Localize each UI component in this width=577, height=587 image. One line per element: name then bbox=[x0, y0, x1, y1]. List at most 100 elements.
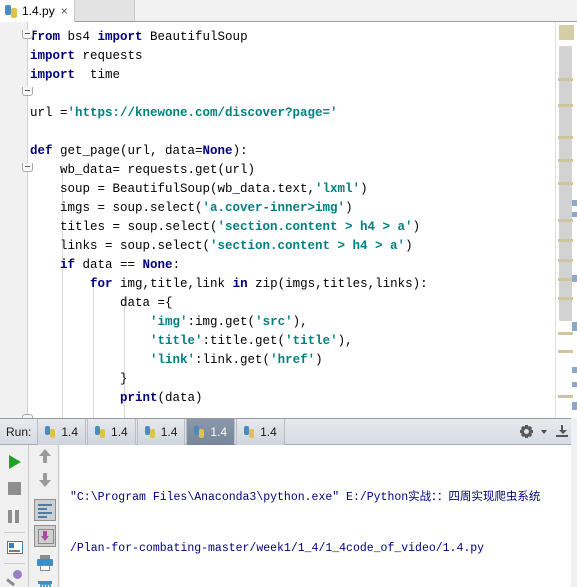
fold-marker-icon[interactable] bbox=[22, 163, 33, 172]
change-marker bbox=[572, 382, 577, 387]
change-marker bbox=[572, 402, 577, 410]
python-run-icon bbox=[194, 425, 206, 438]
code-token-plain: get_page(url, data= bbox=[52, 144, 203, 158]
warning-marker[interactable] bbox=[558, 350, 573, 353]
code-line: from bs4 import BeautifulSoup bbox=[30, 28, 550, 47]
toolbar-divider bbox=[4, 532, 25, 533]
close-icon[interactable]: × bbox=[61, 5, 68, 17]
up-the-stack-button[interactable] bbox=[34, 449, 56, 471]
code-token-str: 'src' bbox=[255, 315, 293, 329]
code-token-plain: ) bbox=[315, 353, 323, 367]
run-toolbar-primary bbox=[0, 445, 29, 587]
down-the-stack-button[interactable] bbox=[34, 473, 56, 495]
settings-gear-icon[interactable] bbox=[520, 425, 533, 438]
print-button[interactable] bbox=[34, 552, 56, 574]
run-tab-label: 1.4 bbox=[61, 424, 79, 439]
console-output[interactable]: "C:\Program Files\Anaconda3\python.exe" … bbox=[60, 445, 566, 587]
code-line: 'img':img.get('src'), bbox=[30, 313, 550, 332]
pause-button[interactable] bbox=[4, 506, 26, 528]
run-tool-header: Run: 1.4 1.4 1.4 1.4 1.4 bbox=[0, 418, 577, 445]
editor-marker-scrollbar[interactable] bbox=[555, 22, 577, 418]
warning-marker[interactable] bbox=[558, 159, 573, 162]
code-token-str: 'link' bbox=[150, 353, 196, 367]
run-tab-label: 1.4 bbox=[260, 424, 277, 439]
code-token-kw: import bbox=[30, 68, 76, 82]
code-line: url ='https://knewone.com/discover?page=… bbox=[30, 104, 550, 123]
code-token-plain: soup = BeautifulSoup(wb_data.text, bbox=[30, 182, 316, 196]
inspection-status-marker[interactable] bbox=[559, 25, 574, 40]
hide-panel-icon[interactable] bbox=[555, 425, 569, 438]
fold-marker-icon[interactable] bbox=[22, 87, 33, 96]
code-line: imgs = soup.select('a.cover-inner>img') bbox=[30, 199, 550, 218]
rerun-button[interactable] bbox=[4, 450, 26, 472]
code-line: import requests bbox=[30, 47, 550, 66]
code-token-plain: :link.get( bbox=[195, 353, 271, 367]
code-token-plain: ), bbox=[292, 315, 308, 329]
warning-marker[interactable] bbox=[558, 182, 573, 185]
editor-tab-placeholder bbox=[74, 0, 135, 21]
code-line: for img,title,link in zip(imgs,titles,li… bbox=[30, 275, 550, 294]
code-token-plain: imgs = soup.select( bbox=[30, 201, 203, 215]
warning-marker[interactable] bbox=[558, 219, 573, 222]
warning-marker[interactable] bbox=[558, 395, 573, 398]
editor-gutter[interactable] bbox=[0, 22, 28, 418]
code-token-plain: : bbox=[172, 258, 181, 272]
code-token-plain: time bbox=[75, 68, 121, 82]
code-line: print(data) bbox=[30, 389, 550, 408]
warning-marker[interactable] bbox=[558, 297, 573, 300]
code-line: titles = soup.select('section.content > … bbox=[30, 218, 550, 237]
console-line-path: /Plan-for-combating-master/week1/1_4/1_4… bbox=[70, 542, 485, 555]
fold-marker-end-icon[interactable] bbox=[22, 414, 33, 418]
run-tab-1[interactable]: 1.4 bbox=[37, 418, 87, 445]
code-token-kw: import bbox=[30, 49, 76, 63]
code-token-kw: if bbox=[60, 258, 76, 272]
change-marker bbox=[572, 212, 577, 217]
code-token-plain: titles = soup.select( bbox=[30, 220, 218, 234]
run-tab-4[interactable]: 1.4 bbox=[186, 418, 236, 445]
warning-marker[interactable] bbox=[558, 278, 573, 281]
editor-tab-1.4.py[interactable]: 1.4.py × bbox=[0, 0, 75, 22]
python-run-icon bbox=[244, 425, 256, 438]
clear-all-button[interactable] bbox=[34, 578, 56, 587]
run-label: Run: bbox=[6, 424, 32, 439]
warning-marker[interactable] bbox=[558, 259, 573, 262]
warning-marker[interactable] bbox=[558, 136, 573, 139]
code-token-kw: import bbox=[97, 30, 143, 44]
code-token-plain: ), bbox=[337, 334, 353, 348]
code-token-plain: (data) bbox=[157, 391, 203, 405]
console-button[interactable] bbox=[4, 537, 26, 559]
code-token-plain: ) bbox=[360, 182, 368, 196]
scroll-to-end-button[interactable] bbox=[34, 525, 56, 547]
code-token-kw: print bbox=[120, 391, 158, 405]
code-token-plain: :title.get( bbox=[202, 334, 286, 348]
warning-marker[interactable] bbox=[558, 332, 573, 335]
code-editor[interactable]: from bs4 import BeautifulSoup import requ… bbox=[0, 22, 577, 418]
attach-button[interactable] bbox=[4, 567, 26, 587]
chevron-down-icon[interactable] bbox=[541, 429, 547, 434]
code-token-plain: data == bbox=[75, 258, 143, 272]
warning-marker[interactable] bbox=[558, 104, 573, 107]
run-configuration-tabs[interactable]: 1.4 1.4 1.4 1.4 1.4 bbox=[37, 418, 285, 445]
run-tab-3[interactable]: 1.4 bbox=[136, 418, 186, 445]
run-tab-2[interactable]: 1.4 bbox=[87, 418, 136, 445]
fold-marker-icon[interactable] bbox=[22, 30, 33, 39]
editor-tab-bar: 1.4.py × bbox=[0, 0, 577, 22]
code-token-str: 'title' bbox=[150, 334, 203, 348]
run-tab-5[interactable]: 1.4 bbox=[236, 418, 285, 445]
code-token-plain: img,title,link bbox=[112, 277, 233, 291]
code-token-plain: :img.get( bbox=[187, 315, 256, 329]
code-text[interactable]: from bs4 import BeautifulSoup import requ… bbox=[30, 22, 550, 408]
warning-marker[interactable] bbox=[558, 239, 573, 242]
change-marker bbox=[572, 367, 577, 373]
code-token-kw: from bbox=[30, 30, 61, 44]
editor-tab-label: 1.4.py bbox=[22, 4, 55, 18]
warning-marker[interactable] bbox=[558, 78, 573, 81]
code-token-plain: BeautifulSoup bbox=[142, 30, 248, 44]
stop-button[interactable] bbox=[4, 478, 26, 500]
soft-wrap-button[interactable] bbox=[34, 499, 56, 521]
